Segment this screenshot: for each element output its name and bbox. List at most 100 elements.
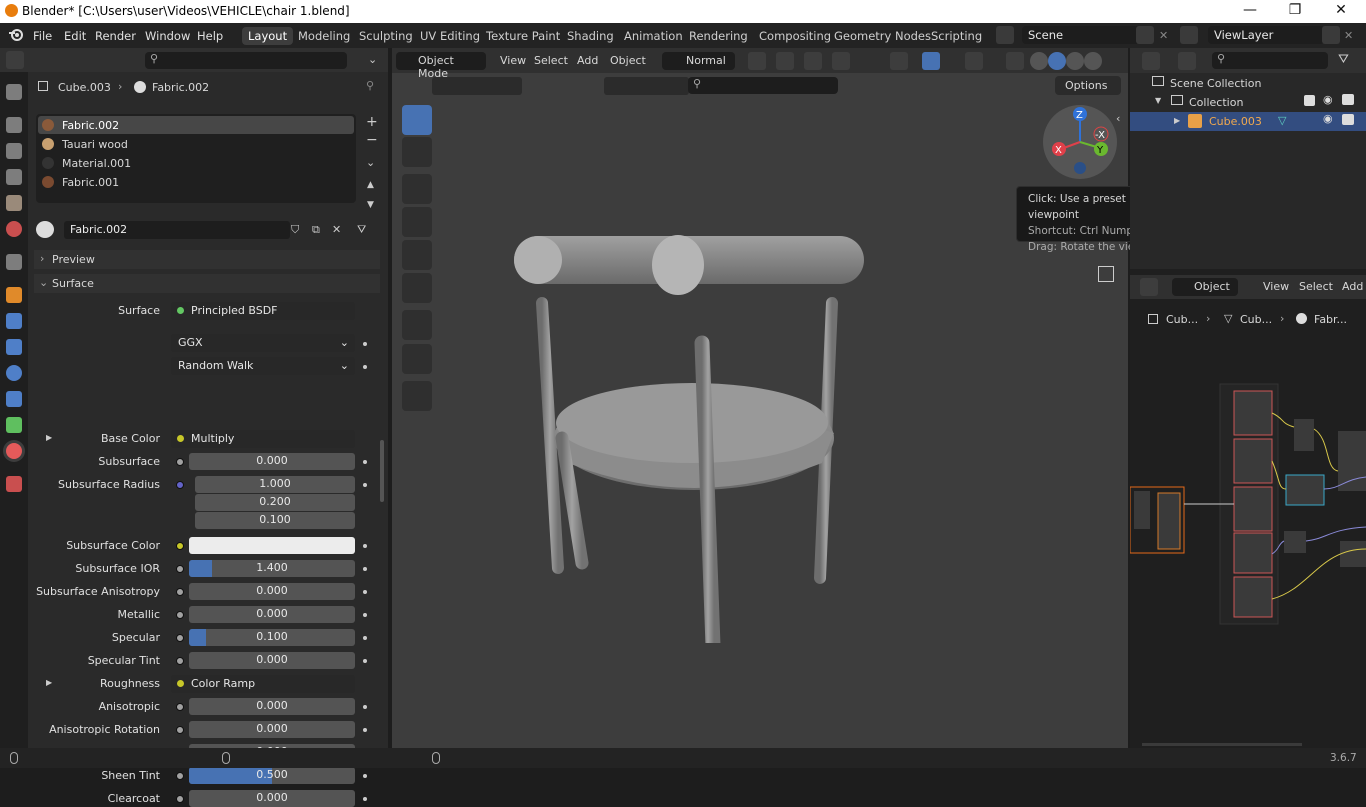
menu-file[interactable]: File: [33, 29, 52, 43]
expand-icon[interactable]: ▶: [46, 678, 52, 687]
keyframe-dot[interactable]: [363, 659, 367, 663]
tab-layout[interactable]: Layout: [242, 27, 294, 45]
socket-icon[interactable]: [176, 726, 184, 734]
outliner-search-input[interactable]: ⚲: [1212, 52, 1328, 69]
slot-item[interactable]: Material.001: [62, 157, 131, 170]
eye-icon[interactable]: ◉: [1323, 112, 1333, 125]
close-button[interactable]: ✕: [1329, 2, 1353, 20]
view-layer-browse-icon[interactable]: [1180, 26, 1198, 44]
transform-tool-icon[interactable]: [402, 273, 432, 303]
sidebar-toggle-icon[interactable]: ‹: [1116, 112, 1120, 125]
filter-icon[interactable]: ⛛: [1338, 52, 1349, 67]
remove-slot-icon[interactable]: −: [366, 132, 378, 148]
material-name-field[interactable]: Fabric.002: [64, 221, 290, 239]
preview-panel-header[interactable]: › Preview: [34, 250, 380, 269]
selection-mode-group[interactable]: [432, 77, 522, 95]
expand-icon[interactable]: ▼: [1155, 96, 1161, 105]
modifier-tab-icon[interactable]: [6, 313, 22, 329]
number-field[interactable]: 0.000: [189, 721, 355, 738]
viewport-menu-object[interactable]: Object: [610, 54, 646, 67]
slot-specials-icon[interactable]: ⌄: [366, 156, 375, 169]
visibility-icon[interactable]: [890, 52, 908, 70]
collection-label[interactable]: Collection: [1189, 96, 1243, 109]
chair-model[interactable]: [502, 223, 882, 643]
gizmo-neg-z-icon[interactable]: [1074, 162, 1086, 174]
socket-icon[interactable]: [176, 542, 184, 550]
node-editor[interactable]: Object View Select Add Cub... › ▽ Cub...…: [1130, 269, 1366, 748]
add-slot-icon[interactable]: +: [366, 114, 378, 130]
particles-tab-icon[interactable]: [6, 339, 22, 355]
tool-tab-icon[interactable]: [6, 84, 22, 100]
render-tab-icon[interactable]: [6, 117, 22, 133]
menu-help[interactable]: Help: [197, 29, 223, 43]
linked-input-field[interactable]: Multiply: [171, 430, 355, 448]
collection-tab-icon[interactable]: [6, 254, 22, 270]
navigation-gizmo[interactable]: Z -X X Y: [1042, 104, 1118, 180]
xray-toggle-icon[interactable]: [1006, 52, 1024, 70]
proportional-edit-icon[interactable]: [804, 52, 822, 70]
move-up-icon[interactable]: ▲: [367, 180, 374, 190]
texture-tab-icon[interactable]: [6, 476, 22, 492]
socket-icon[interactable]: [176, 611, 184, 619]
viewport-menu-view[interactable]: View: [500, 54, 526, 67]
number-field[interactable]: 0.000: [189, 652, 355, 669]
falloff-icon[interactable]: [832, 52, 850, 70]
object-label[interactable]: Cube.003: [1209, 115, 1262, 128]
surface-shader-field[interactable]: Principled BSDF: [171, 302, 355, 320]
scene-browse-icon[interactable]: [996, 26, 1014, 44]
fake-user-icon[interactable]: ⛉: [291, 223, 299, 237]
subsurface-method-dropdown[interactable]: Random Walk ⌄: [171, 357, 355, 375]
tab-texture-paint[interactable]: Texture Paint: [480, 27, 566, 45]
keyframe-dot[interactable]: [363, 590, 367, 594]
exclude-checkbox[interactable]: [1304, 95, 1315, 106]
node-editor-scrollbar[interactable]: [1142, 743, 1302, 746]
remove-view-layer-icon[interactable]: ✕: [1344, 29, 1353, 42]
keyframe-dot[interactable]: [363, 613, 367, 617]
keyframe-dot[interactable]: [363, 460, 367, 464]
3d-viewport[interactable]: Object Mode View Select Add Object Norma…: [392, 48, 1128, 748]
color-swatch-field[interactable]: [189, 537, 355, 554]
duplicate-material-icon[interactable]: ⧉: [312, 223, 320, 237]
tab-sculpting[interactable]: Sculpting: [353, 27, 419, 45]
keyframe-dot[interactable]: [363, 544, 367, 548]
keyframe-dot[interactable]: [363, 705, 367, 709]
number-field[interactable]: 0.000: [189, 606, 355, 623]
options-dropdown[interactable]: Options: [1055, 76, 1121, 95]
node-editor-type-icon[interactable]: [1140, 278, 1158, 296]
rendered-shading-icon[interactable]: [1084, 52, 1102, 70]
scene-collection-label[interactable]: Scene Collection: [1170, 77, 1261, 90]
object-tab-icon[interactable]: [6, 287, 22, 303]
world-tab-icon[interactable]: [6, 221, 22, 237]
number-field[interactable]: 0.000: [189, 583, 355, 600]
keyframe-dot[interactable]: [363, 567, 367, 571]
keyframe-dot[interactable]: [363, 797, 367, 801]
number-field[interactable]: 0.100: [189, 629, 355, 646]
editor-type-icon[interactable]: [6, 51, 24, 69]
menu-edit[interactable]: Edit: [64, 29, 86, 43]
view-layer-tab-icon[interactable]: [6, 169, 22, 185]
node-mode-dropdown[interactable]: Object: [1172, 278, 1238, 296]
slot-item[interactable]: Tauari wood: [62, 138, 128, 151]
wireframe-shading-icon[interactable]: [1030, 52, 1048, 70]
orientation-dropdown[interactable]: Normal: [662, 52, 735, 70]
rotate-tool-icon[interactable]: [402, 207, 432, 237]
socket-icon[interactable]: [176, 458, 184, 466]
material-tab-icon[interactable]: [6, 443, 22, 459]
slot-item[interactable]: Fabric.001: [62, 176, 119, 189]
remove-scene-icon[interactable]: ✕: [1159, 29, 1168, 42]
socket-icon[interactable]: [176, 703, 184, 711]
minimize-button[interactable]: —: [1238, 2, 1262, 20]
view-layer-field[interactable]: ViewLayer: [1208, 26, 1324, 44]
tab-uv-editing[interactable]: UV Editing: [414, 27, 486, 45]
add-cube-tool-icon[interactable]: [402, 381, 432, 411]
physics-tab-icon[interactable]: [6, 365, 22, 381]
number-field[interactable]: 1.400: [189, 560, 355, 577]
new-view-layer-icon[interactable]: [1322, 26, 1340, 44]
expand-icon[interactable]: ▶: [1174, 116, 1180, 125]
tab-geometry-nodes[interactable]: Geometry Nodes: [828, 27, 937, 45]
menu-render[interactable]: Render: [95, 29, 136, 43]
node-menu-view[interactable]: View: [1263, 280, 1289, 293]
ortho-toggle-icon[interactable]: [1098, 266, 1114, 282]
tab-rendering[interactable]: Rendering: [683, 27, 754, 45]
socket-icon[interactable]: [176, 588, 184, 596]
